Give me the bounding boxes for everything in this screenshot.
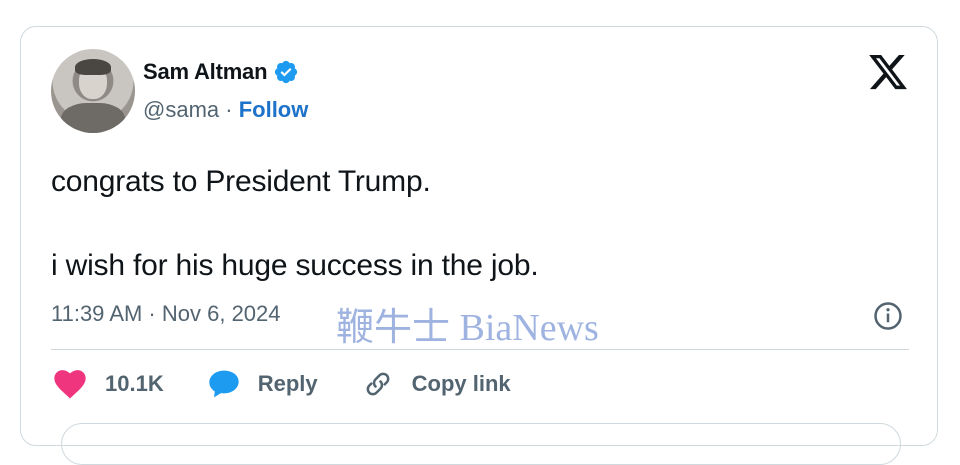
handle-separator: · [219, 97, 239, 122]
tweet-timestamp[interactable]: 11:39 AM · Nov 6, 2024 [51, 301, 281, 327]
tweet-text: congrats to President Trump. i wish for … [51, 161, 539, 287]
like-button[interactable]: 10.1K [53, 369, 164, 399]
avatar-shirt [61, 103, 125, 133]
follow-button[interactable]: Follow [239, 97, 309, 122]
reply-button[interactable]: Reply [208, 369, 318, 399]
author-handle-row: @sama · Follow [143, 97, 308, 123]
read-replies-button[interactable] [61, 423, 901, 465]
tweet-card: Sam Altman @sama · Follow congrats to Pr… [20, 26, 938, 465]
copy-link-label: Copy link [411, 371, 511, 396]
tweet-line-1: congrats to President Trump. [51, 165, 431, 198]
avatar[interactable] [51, 49, 135, 133]
info-icon[interactable] [873, 301, 903, 331]
reply-label: Reply [257, 371, 318, 396]
tweet-line-2: i wish for his huge success in the job. [51, 249, 539, 282]
author-name[interactable]: Sam Altman [143, 59, 268, 85]
verified-badge-icon [275, 60, 298, 84]
heart-icon [54, 370, 86, 399]
avatar-hair [75, 59, 111, 75]
copy-link-button[interactable]: Copy link [362, 369, 511, 399]
action-bar: 10.1K Reply Copy link [53, 369, 555, 399]
link-icon [366, 372, 390, 396]
reply-bubble-icon [209, 370, 239, 398]
author-name-row: Sam Altman [143, 59, 299, 85]
x-logo-icon[interactable] [867, 51, 909, 93]
author-handle[interactable]: @sama [143, 97, 219, 122]
like-count: 10.1K [105, 371, 164, 396]
watermark: 鞭牛士 BiaNews [336, 307, 599, 349]
